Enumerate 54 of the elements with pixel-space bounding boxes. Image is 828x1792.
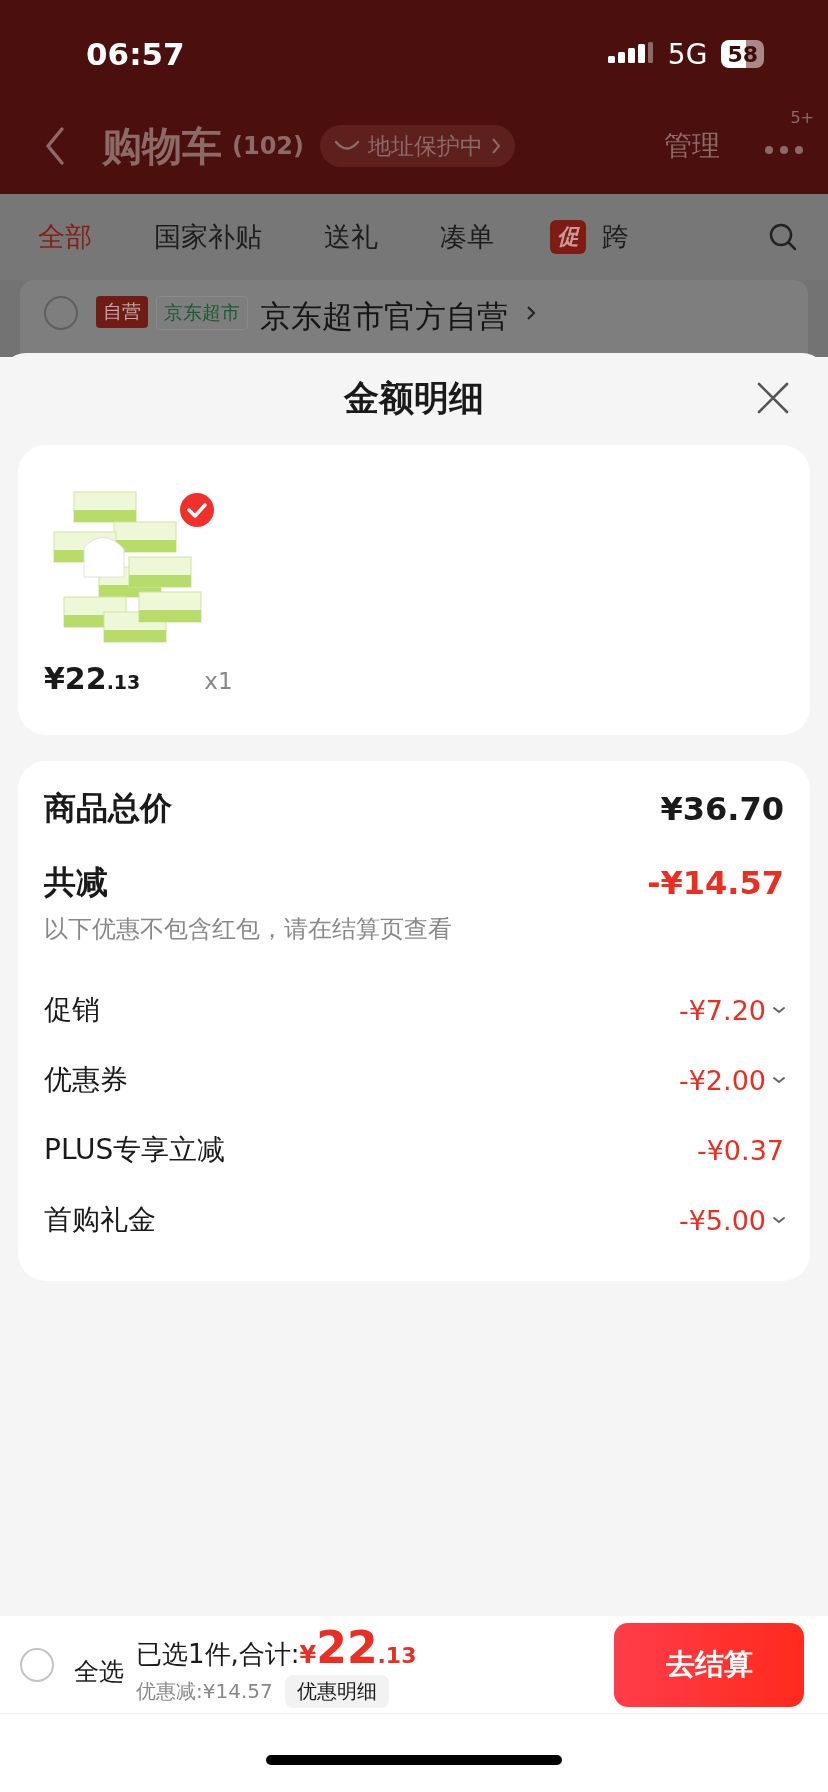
breakdown-label: 共减 — [44, 862, 108, 903]
chevron-icon — [526, 304, 536, 322]
discount-label: PLUS专享立减 — [44, 1132, 226, 1168]
discount-label: 促销 — [44, 992, 100, 1028]
discount-details-button[interactable]: 优惠明细 — [284, 1674, 389, 1708]
breakdown-note: 以下优惠不包含红包，请在结算页查看 — [44, 914, 453, 945]
select-all-checkbox[interactable] — [20, 1647, 54, 1682]
search-icon[interactable] — [768, 222, 798, 252]
checkout-button[interactable]: 去结算 — [614, 1622, 804, 1707]
sheet-title: 金额明细 — [344, 376, 484, 420]
back-icon[interactable] — [44, 126, 66, 166]
store-checkbox[interactable] — [44, 296, 78, 330]
network-label: 5G — [667, 37, 708, 71]
store-name[interactable]: 京东超市官方自营 — [260, 296, 508, 338]
address-protection-pill[interactable]: 地址保护中 — [320, 125, 516, 167]
promo-badge: 促 — [550, 220, 586, 254]
store-tag: 京东超市 — [156, 296, 248, 330]
breakdown-amount: -¥14.57 — [647, 864, 784, 902]
expand-icon[interactable] — [772, 1215, 786, 1225]
store-tag: 自营 — [96, 296, 148, 328]
category-tab[interactable]: 全部 — [38, 219, 92, 255]
category-tab[interactable]: 国家补贴 — [154, 219, 262, 255]
address-protection-label: 地址保护中 — [368, 131, 484, 161]
item-count: (102) — [232, 132, 305, 160]
manage-link[interactable]: 管理 — [664, 127, 720, 165]
signal-icon — [607, 42, 654, 66]
category-tab[interactable]: 跨 — [602, 219, 629, 255]
discount-amount: -¥0.37 — [696, 1134, 784, 1166]
product-checkbox[interactable] — [180, 493, 214, 527]
battery-level: 58 — [727, 41, 758, 67]
discount-amount: -¥2.00 — [678, 1064, 766, 1096]
breakdown-label: 商品总价 — [44, 788, 172, 829]
category-tab[interactable]: 凑单 — [440, 219, 494, 255]
selection-summary: 已选1件,合计: — [136, 1637, 300, 1671]
smile-icon — [334, 139, 361, 153]
select-all-label[interactable]: 全选 — [74, 1655, 124, 1688]
breakdown-amount: ¥36.70 — [660, 790, 784, 828]
notification-count: 5+ — [790, 107, 814, 127]
category-tab[interactable]: 送礼 — [324, 219, 378, 255]
discount-amount: -¥7.20 — [678, 994, 766, 1026]
page-title: 购物车 — [102, 121, 222, 171]
discount-amount: -¥5.00 — [678, 1204, 766, 1236]
discount-label: 首购礼金 — [44, 1202, 156, 1238]
chevron-icon — [491, 137, 502, 155]
status-time: 06:57 — [86, 36, 185, 72]
discount-summary: 优惠减:¥14.57 — [136, 1677, 273, 1705]
quantity-label: x1 — [204, 668, 233, 694]
expand-icon[interactable] — [772, 1075, 786, 1085]
more-icon[interactable] — [764, 144, 804, 155]
close-icon[interactable] — [756, 381, 790, 415]
expand-icon[interactable] — [772, 1005, 786, 1015]
total-price: ¥22.13 — [299, 1621, 417, 1673]
discount-label: 优惠券 — [44, 1062, 128, 1098]
product-price: ¥22.13 — [44, 661, 141, 696]
